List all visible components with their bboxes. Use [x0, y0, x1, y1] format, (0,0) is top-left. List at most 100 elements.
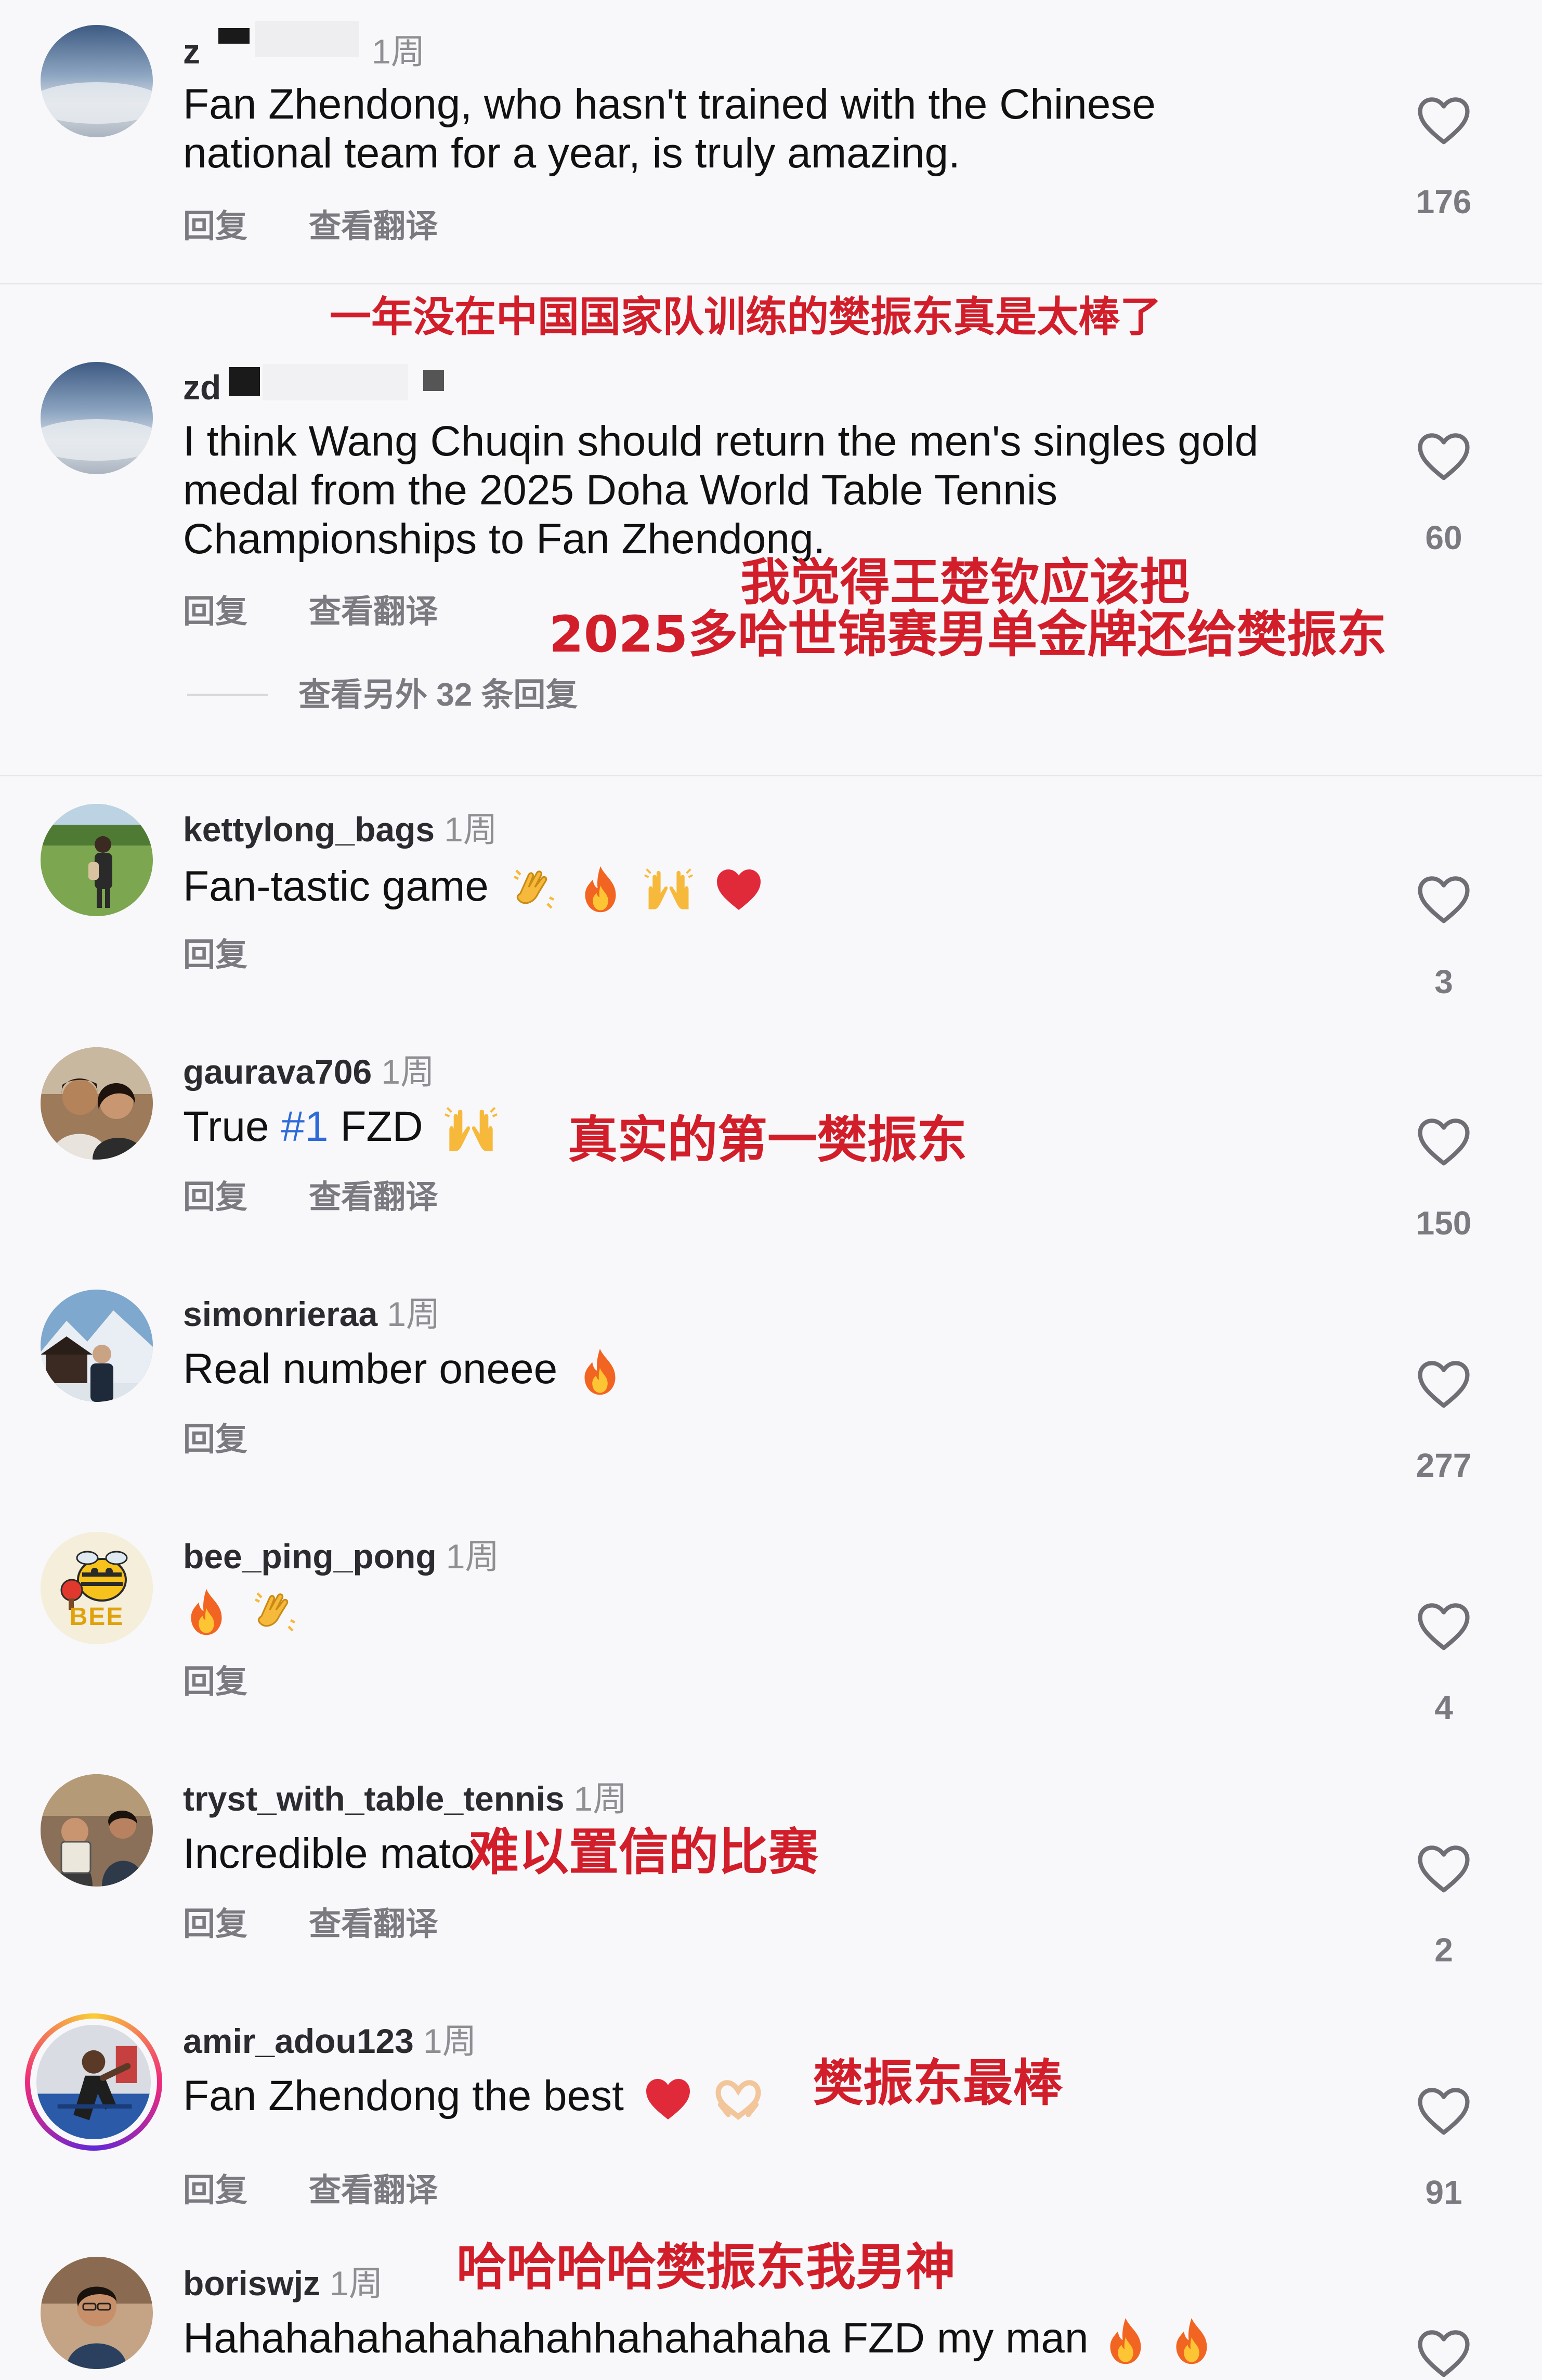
- heart-outline-icon[interactable]: [1415, 2084, 1472, 2136]
- heart-outline-icon[interactable]: [1415, 873, 1472, 925]
- see-translation-button[interactable]: 查看翻译: [309, 211, 438, 243]
- username[interactable]: simonrieraa: [183, 1295, 377, 1333]
- raised-hands-icon: [442, 1103, 500, 1155]
- comment-author[interactable]: tryst_with_table_tennis 1周: [183, 1781, 627, 1816]
- username[interactable]: boriswjz: [183, 2264, 320, 2303]
- see-translation-button[interactable]: 查看翻译: [309, 1181, 438, 1214]
- hashtag-link[interactable]: #1: [281, 1103, 328, 1150]
- username[interactable]: bee_ping_pong: [183, 1537, 437, 1576]
- view-more-replies-button[interactable]: 查看另外 32 条回复: [298, 679, 578, 711]
- comment-text: Fan Zhendong, who hasn't trained with th…: [183, 81, 1156, 177]
- divider: [0, 283, 1542, 284]
- comment-text: Incredible mato: [183, 1830, 475, 1877]
- heart-outline-icon[interactable]: [1415, 1357, 1472, 1409]
- reply-button[interactable]: 回复: [183, 1424, 247, 1456]
- heart-outline-icon[interactable]: [1415, 430, 1472, 482]
- username[interactable]: gaurava706: [183, 1052, 372, 1091]
- like-count: 176: [1416, 183, 1472, 220]
- reply-button[interactable]: 回复: [183, 1908, 247, 1941]
- fire-icon: [183, 1587, 230, 1637]
- comment-text: I think Wang Chuqin should return the me…: [183, 418, 1259, 563]
- red-heart-icon: [714, 866, 764, 913]
- comment-author[interactable]: gaurava706 1周: [183, 1055, 435, 1089]
- reply-button[interactable]: 回复: [183, 1181, 247, 1214]
- avatar-logo-text: BEE: [69, 1603, 124, 1631]
- reply-button[interactable]: 回复: [183, 939, 247, 971]
- fire-icon: [577, 1347, 623, 1397]
- more-replies-line: [187, 694, 268, 696]
- like-count: 60: [1425, 519, 1462, 556]
- heart-outline-icon[interactable]: [1415, 1842, 1472, 1894]
- avatar[interactable]: [41, 25, 153, 137]
- comment-time: 1周: [387, 1295, 440, 1333]
- clap-icon: [508, 864, 558, 914]
- see-translation-button[interactable]: 查看翻译: [309, 596, 438, 628]
- comment-text: Real number oneee: [183, 1345, 623, 1397]
- fire-icon: [577, 864, 624, 914]
- redaction-mosaic: [229, 367, 260, 396]
- comment-author[interactable]: bee_ping_pong 1周: [183, 1539, 499, 1573]
- clap-icon: [249, 1587, 299, 1637]
- reply-button[interactable]: 回复: [183, 1666, 247, 1698]
- username[interactable]: amir_adou123: [183, 2022, 414, 2060]
- comment-author[interactable]: kettylong_bags 1周: [183, 812, 498, 847]
- comment-text: True #1 FZD: [183, 1102, 500, 1155]
- like-count: 277: [1416, 1447, 1472, 1484]
- comment-text: Hahahahahahahahahhahahahaha FZD my man: [183, 2314, 1215, 2366]
- fire-icon: [1102, 2316, 1149, 2366]
- avatar[interactable]: [36, 2025, 151, 2139]
- heart-outline-icon[interactable]: [1415, 1599, 1472, 1651]
- comment-text: Fan-tastic game: [183, 862, 764, 914]
- caption-annotation: 难以置信的比赛: [469, 1823, 818, 1881]
- caption-annotation: 哈哈哈哈樊振东我男神: [456, 2238, 956, 2296]
- comment-time: 1周: [444, 810, 498, 849]
- comment-time: 1周: [381, 1052, 435, 1091]
- like-count: 3: [1434, 963, 1453, 1000]
- divider: [0, 775, 1542, 776]
- caption-annotation: 2025多哈世锦赛男单金牌还给樊振东: [549, 605, 1387, 664]
- comment-time: 1周: [330, 2264, 383, 2303]
- avatar[interactable]: [41, 1290, 153, 1402]
- reply-button[interactable]: 回复: [183, 596, 247, 628]
- reply-button[interactable]: 回复: [183, 2175, 247, 2207]
- username[interactable]: kettylong_bags: [183, 810, 435, 849]
- caption-annotation: 我觉得王楚钦应该把: [740, 553, 1190, 612]
- redaction-mosaic: [423, 370, 444, 391]
- comment-time: 1周: [573, 1779, 628, 1818]
- reply-button[interactable]: 回复: [183, 211, 247, 243]
- caption-annotation: 真实的第一樊振东: [568, 1111, 967, 1169]
- avatar[interactable]: [41, 1774, 153, 1887]
- redaction-blur: [255, 21, 359, 57]
- comment-author[interactable]: amir_adou123 1周: [183, 2024, 477, 2058]
- fire-icon: [1168, 2316, 1215, 2366]
- heart-outline-icon[interactable]: [1415, 94, 1472, 146]
- heart-outline-icon[interactable]: [1415, 1115, 1472, 1167]
- story-ring[interactable]: [25, 2013, 162, 2151]
- heart-outline-icon[interactable]: [1415, 2326, 1472, 2378]
- comment-text: Fan Zhendong the best: [183, 2072, 764, 2122]
- comments-screen: z 1周 Fan Zhendong, who hasn't trained wit…: [0, 0, 1542, 2380]
- comment-time: 1周: [372, 32, 425, 71]
- caption-annotation: 一年没在中国国家队训练的樊振东真是太棒了: [330, 293, 1161, 341]
- avatar[interactable]: BEE: [41, 1532, 153, 1644]
- see-translation-button[interactable]: 查看翻译: [309, 1908, 438, 1941]
- comment-time: 1周: [446, 1537, 500, 1576]
- comment-text: [183, 1585, 299, 1637]
- like-count: 4: [1434, 1689, 1453, 1726]
- avatar[interactable]: [41, 362, 153, 474]
- username[interactable]: tryst_with_table_tennis: [183, 1779, 565, 1818]
- avatar[interactable]: [41, 1047, 153, 1160]
- comment-time: 1周: [423, 2022, 477, 2060]
- avatar[interactable]: [41, 804, 153, 916]
- comment-author[interactable]: boriswjz 1周: [183, 2266, 383, 2300]
- raised-hands-icon: [643, 864, 695, 914]
- redaction-mosaic: [218, 28, 250, 44]
- comment-author[interactable]: zd: [183, 370, 221, 405]
- heart-hands-icon: [712, 2075, 764, 2122]
- username[interactable]: zd: [183, 368, 221, 407]
- see-translation-button[interactable]: 查看翻译: [309, 2175, 438, 2207]
- username[interactable]: z: [183, 32, 200, 71]
- avatar[interactable]: [41, 2257, 153, 2369]
- comment-author[interactable]: simonrieraa 1周: [183, 1297, 440, 1331]
- like-count: 2: [1434, 1931, 1453, 1969]
